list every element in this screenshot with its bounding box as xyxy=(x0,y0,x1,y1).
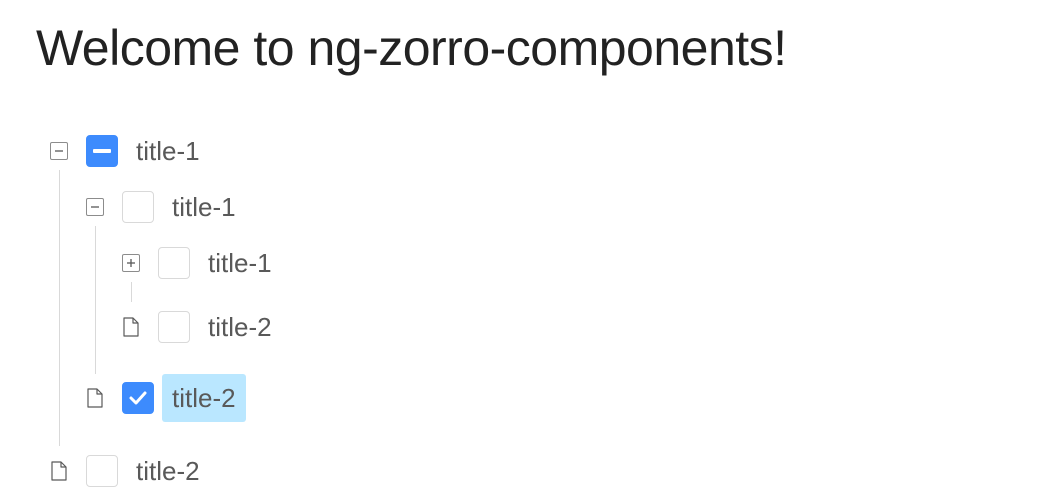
tree-node-checkbox[interactable] xyxy=(122,191,154,223)
plus-square-icon[interactable] xyxy=(120,252,142,274)
tree-node-title[interactable]: title-2 xyxy=(198,303,282,351)
tree: title-1 title-1 title-1 title-2 title-2 xyxy=(0,0,1050,504)
tree-node-checkbox[interactable] xyxy=(158,311,190,343)
tree-guide-line xyxy=(131,282,132,302)
tree-node-title[interactable]: title-2 xyxy=(126,447,210,495)
file-icon xyxy=(84,387,106,409)
tree-node-checkbox[interactable] xyxy=(158,247,190,279)
tree-guide-line xyxy=(95,226,96,374)
minus-square-icon[interactable] xyxy=(84,196,106,218)
tree-node-title[interactable]: title-1 xyxy=(198,239,282,287)
tree-node-checkbox[interactable] xyxy=(86,455,118,487)
minus-square-icon[interactable] xyxy=(48,140,70,162)
file-icon xyxy=(48,460,70,482)
file-icon xyxy=(120,316,142,338)
tree-node-title[interactable]: title-2 xyxy=(162,374,246,422)
tree-node-title[interactable]: title-1 xyxy=(126,127,210,175)
tree-node-title[interactable]: title-1 xyxy=(162,183,246,231)
tree-node-checkbox[interactable] xyxy=(122,382,154,414)
tree-guide-line xyxy=(59,170,60,446)
tree-node-checkbox[interactable] xyxy=(86,135,118,167)
